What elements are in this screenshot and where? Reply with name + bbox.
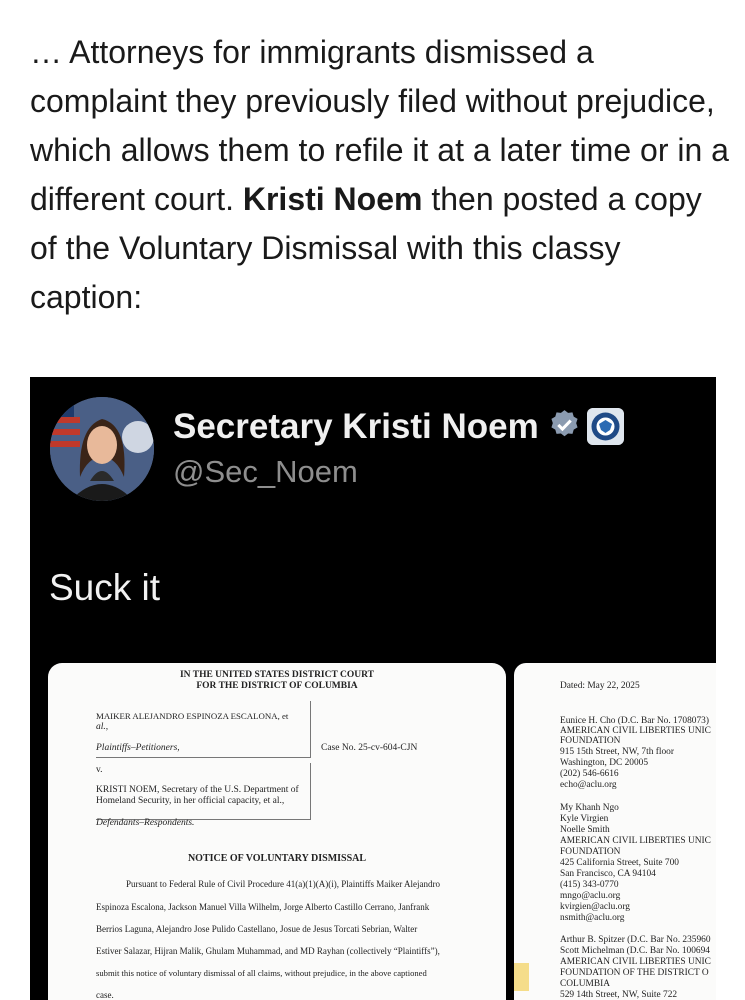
defendant-line-2: Homeland Security, in her official capac… bbox=[96, 796, 285, 806]
signature-line: FOUNDATION bbox=[560, 847, 621, 857]
signature-line: Washington, DC 20005 bbox=[560, 758, 649, 768]
signature-line: 529 14th Street, NW, Suite 722 bbox=[560, 990, 678, 1000]
dated-line: Dated: May 22, 2025 bbox=[560, 681, 640, 691]
versus: v. bbox=[96, 765, 103, 775]
signature-line: mngo@aclu.org bbox=[560, 891, 621, 901]
plaintiff-line-2: al., bbox=[96, 722, 109, 732]
defendant-role: Defendants–Respondents. bbox=[96, 818, 195, 828]
signature-line: (415) 343-0770 bbox=[560, 880, 619, 890]
defendant-line-1: KRISTI NOEM, Secretary of the U.S. Depar… bbox=[96, 785, 299, 795]
court-heading: IN THE UNITED STATES DISTRICT COURT FOR … bbox=[48, 670, 506, 692]
body-line: Espinoza Escalona, Jackson Manuel Villa … bbox=[96, 902, 430, 912]
highlight-mark bbox=[514, 963, 529, 991]
signature-line: nsmith@aclu.org bbox=[560, 913, 625, 923]
signature-line: FOUNDATION bbox=[560, 736, 621, 746]
handle[interactable]: @Sec_Noem bbox=[173, 454, 358, 490]
avatar[interactable] bbox=[50, 397, 154, 501]
body-line: submit this notice of voluntary dismissa… bbox=[96, 968, 427, 978]
plaintiff-role: Plaintiffs–Petitioners, bbox=[96, 743, 180, 753]
signature-line: AMERICAN CIVIL LIBERTIES UNIC bbox=[560, 836, 711, 846]
verified-check-icon bbox=[551, 410, 578, 437]
signature-line: Noelle Smith bbox=[560, 825, 610, 835]
signature-line: AMERICAN CIVIL LIBERTIES UNIC bbox=[560, 957, 711, 967]
article-bold-name: Kristi Noem bbox=[242, 181, 423, 217]
display-name[interactable]: Secretary Kristi Noem bbox=[173, 407, 539, 447]
signature-line: kvirgien@aclu.org bbox=[560, 902, 630, 912]
signature-line: Arthur B. Spitzer (D.C. Bar No. 235960 bbox=[560, 935, 711, 945]
case-number: Case No. 25-cv-604-CJN bbox=[321, 743, 418, 753]
body-line: case. bbox=[96, 990, 114, 1000]
signature-line: San Francisco, CA 94104 bbox=[560, 869, 656, 879]
body-line: Pursuant to Federal Rule of Civil Proced… bbox=[126, 879, 441, 889]
dhs-seal-icon bbox=[587, 408, 624, 445]
plaintiff-line-1: MAIKER ALEJANDRO ESPINOZA ESCALONA, et bbox=[96, 711, 289, 721]
body-line: Berrios Laguna, Alejandro Jose Pulido Ca… bbox=[96, 924, 418, 934]
tweet-screenshot: Secretary Kristi Noem @Sec_Noem Suck it … bbox=[30, 377, 716, 1000]
document-page-2[interactable]: Dated: May 22, 2025 Eunice H. Cho (D.C. … bbox=[514, 663, 716, 1000]
court-line-1: IN THE UNITED STATES DISTRICT COURT bbox=[179, 670, 375, 680]
signature-line: 915 15th Street, NW, 7th floor bbox=[560, 747, 674, 757]
signature-line: FOUNDATION OF THE DISTRICT O bbox=[560, 968, 709, 978]
signature-line: echo@aclu.org bbox=[560, 780, 617, 790]
notice-title: NOTICE OF VOLUNTARY DISMISSAL bbox=[187, 853, 367, 864]
signature-line: My Khanh Ngo bbox=[560, 803, 619, 813]
signature-line: Scott Michelman (D.C. Bar No. 100694 bbox=[560, 946, 710, 956]
post-text: Suck it bbox=[49, 567, 161, 608]
signature-line: 425 California Street, Suite 700 bbox=[560, 858, 679, 868]
signature-line: COLUMBIA bbox=[560, 979, 611, 989]
document-page-1[interactable]: IN THE UNITED STATES DISTRICT COURT FOR … bbox=[48, 663, 506, 1000]
court-line-2: FOR THE DISTRICT OF COLUMBIA bbox=[196, 681, 358, 691]
signature-line: (202) 546-6616 bbox=[560, 769, 619, 779]
avatar-image bbox=[50, 397, 154, 501]
article-paragraph: … Attorneys for immigrants dismissed a c… bbox=[30, 28, 730, 322]
body-line: Estiver Salazar, Hijran Malik, Ghulam Mu… bbox=[96, 946, 440, 956]
signature-line: Kyle Virgien bbox=[560, 814, 609, 824]
